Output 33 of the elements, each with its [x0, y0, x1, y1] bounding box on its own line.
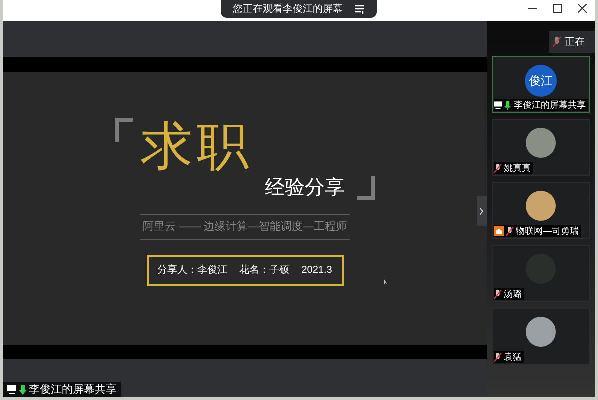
participant-tile[interactable]: 汤璐	[492, 245, 590, 302]
avatar-initials: 俊江	[525, 65, 557, 97]
date-text: 2021.3	[302, 264, 332, 278]
presenter-text: 分享人：李俊江	[158, 264, 228, 278]
corner-bracket-icon	[357, 174, 375, 200]
participant-name: 汤璐	[504, 288, 522, 300]
corner-bracket-icon	[115, 118, 133, 144]
participant-name: 姚真真	[504, 162, 531, 174]
slide-title: 求职	[141, 118, 253, 176]
list-icon[interactable]	[355, 4, 365, 14]
close-icon[interactable]	[578, 4, 587, 13]
nickname-text: 花名：子硕	[240, 264, 290, 278]
cursor-icon	[384, 279, 389, 286]
screen-share-icon	[7, 384, 17, 394]
participant-name: 物联网—司勇瑞	[516, 225, 579, 237]
chevron-right-icon	[480, 208, 484, 214]
collapse-handle[interactable]	[477, 196, 487, 226]
muted-microphone-icon	[553, 37, 561, 47]
share-label-text: 李俊江的屏幕共享	[29, 382, 117, 396]
participant-tile[interactable]: 物联网—司勇瑞	[492, 182, 590, 239]
photo-placeholder	[526, 128, 556, 158]
photo-placeholder	[526, 191, 556, 221]
participant-tile[interactable]: 俊江 李俊江的屏幕共享	[492, 56, 590, 113]
photo-placeholder	[526, 317, 556, 347]
banner-text: 您正在观看李俊江的屏幕	[233, 2, 343, 16]
participant-tile[interactable]: 袁猛	[492, 308, 590, 365]
participant-tile[interactable]: 姚真真	[492, 119, 590, 176]
slide-subtitle: 经验分享	[265, 176, 345, 200]
participant-name: 袁猛	[504, 351, 522, 363]
slide-tagline: 阿里云 —— 边缘计算—智能调度—工程师	[142, 220, 348, 235]
maximize-icon[interactable]	[553, 4, 562, 13]
tooltip-text: 正在	[565, 36, 585, 50]
participant-name: 李俊江的屏幕共享	[514, 99, 586, 111]
